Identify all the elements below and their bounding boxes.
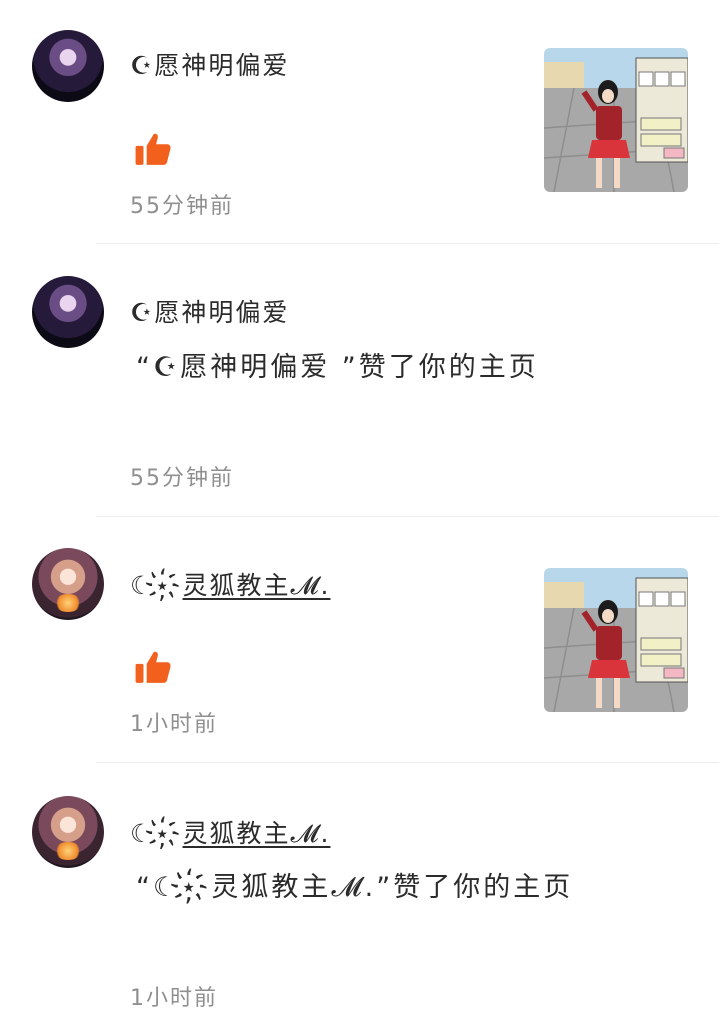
- timestamp: 55分钟前: [130, 194, 234, 219]
- timestamp: 55分钟前: [130, 466, 234, 491]
- user-name[interactable]: ☪愿神明偏爱: [130, 293, 289, 329]
- user-name-main: 灵狐教主𝓜.: [182, 571, 331, 600]
- thumbs-up-icon: [135, 651, 171, 683]
- user-name[interactable]: ☪愿神明偏爱: [130, 46, 289, 82]
- avatar[interactable]: [32, 276, 104, 348]
- avatar[interactable]: [32, 30, 104, 102]
- user-name[interactable]: ☾⋆҉灵狐教主𝓜.: [130, 566, 330, 602]
- notification-message: “☾⋆҉灵狐教主𝓜.”赞了你的主页: [136, 872, 574, 903]
- avatar[interactable]: [32, 796, 104, 868]
- divider: [96, 243, 719, 244]
- user-name[interactable]: ☾⋆҉灵狐教主𝓜.: [130, 814, 330, 850]
- divider: [96, 516, 719, 517]
- avatar[interactable]: [32, 548, 104, 620]
- timestamp: 1小时前: [130, 712, 218, 737]
- user-name-prefix: ☾⋆҉: [130, 571, 183, 600]
- divider: [96, 762, 719, 763]
- user-name-prefix: ☾⋆҉: [130, 819, 183, 848]
- notification-message: “☪愿神明偏爱 ”赞了你的主页: [136, 352, 539, 383]
- timestamp: 1小时前: [130, 986, 218, 1011]
- post-thumbnail[interactable]: [544, 48, 688, 192]
- thumbs-up-icon: [135, 133, 171, 165]
- user-name-main: 灵狐教主𝓜.: [182, 819, 331, 848]
- post-thumbnail[interactable]: [544, 568, 688, 712]
